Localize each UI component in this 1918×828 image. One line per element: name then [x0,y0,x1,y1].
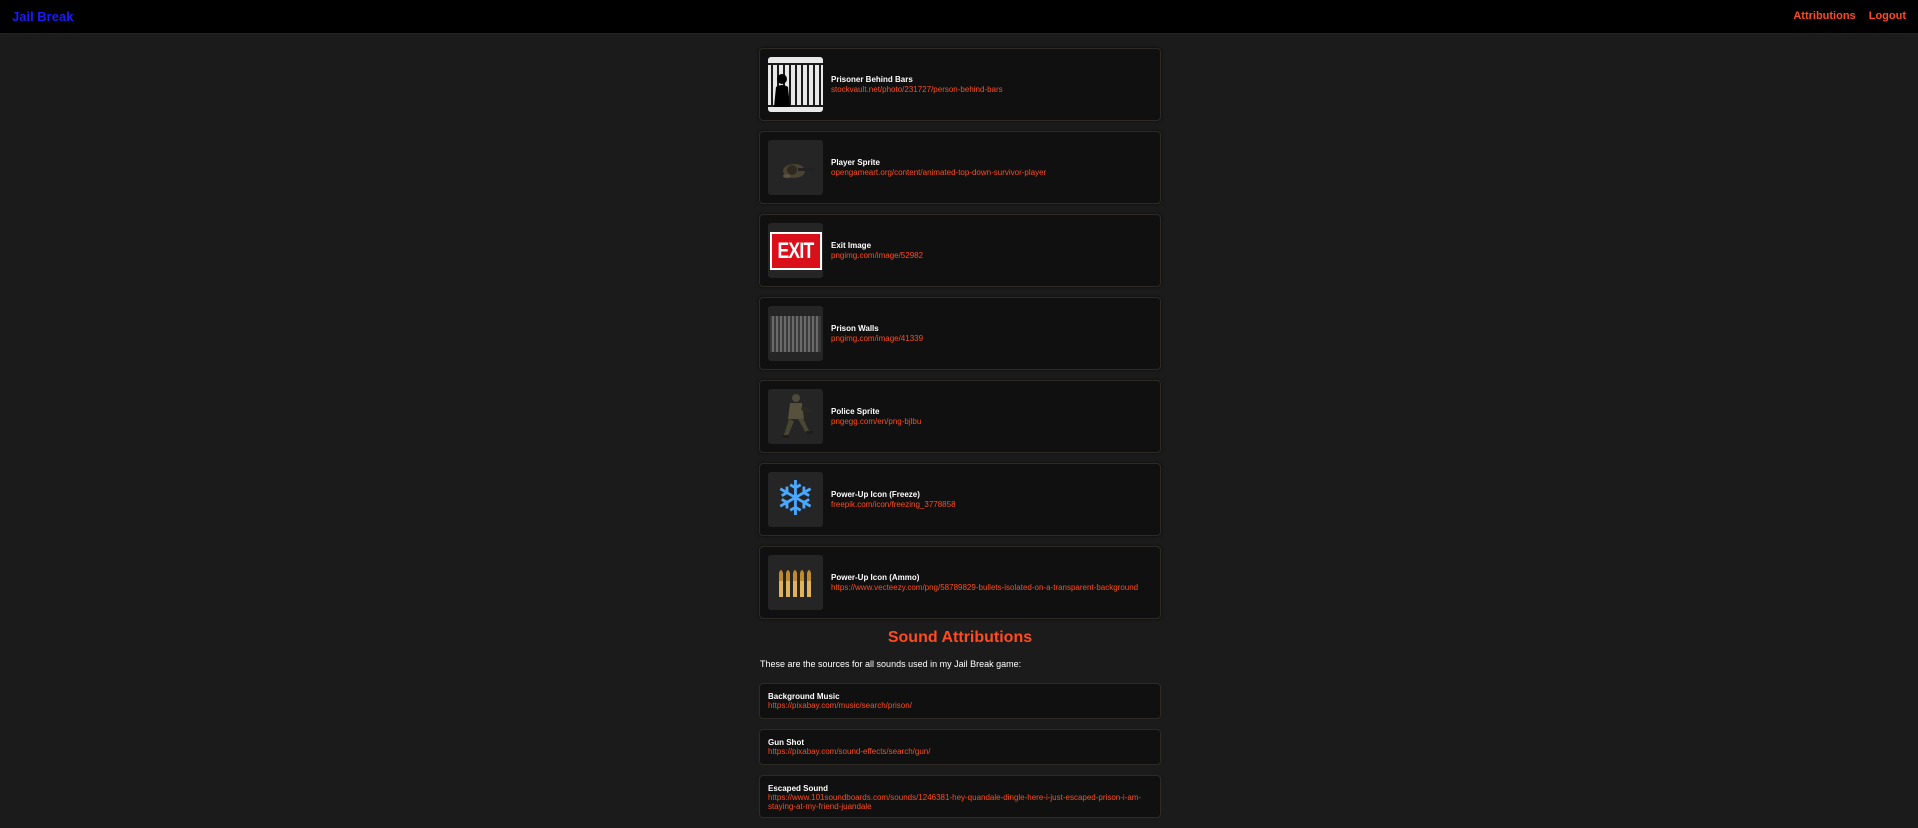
player-sprite-image [768,140,823,195]
sound-attributions-description: These are the sources for all sounds use… [760,659,1022,669]
attribution-link[interactable]: pngegg.com/en/png-bjlbu [831,417,921,427]
image-attribution-card: Prison Walls pngimg.com/image/41339 [759,297,1161,370]
attribution-link[interactable]: stockvault.net/photo/231727/person-behin… [831,85,1003,95]
image-attribution-card: ❄ Power-Up Icon (Freeze) freepik.com/ico… [759,463,1161,536]
exit-sign-text: EXIT [777,237,815,263]
sound-title: Escaped Sound [768,784,829,793]
sound-attribution-card: Background Music https://pixabay.com/mus… [759,683,1161,719]
sound-attribution-card: Escaped Sound https://www.101soundboards… [759,775,1161,818]
snowflake-glyph: ❄ [775,472,816,527]
sound-attributions-heading: Sound Attributions [887,629,1033,646]
bullets-image [768,555,823,610]
image-attribution-card: Player Sprite opengameart.org/content/an… [759,131,1161,204]
sound-title: Gun Shot [768,738,804,747]
sound-link[interactable]: https://www.101soundboards.com/sounds/12… [768,793,1148,811]
attribution-title: Prisoner Behind Bars [831,74,913,84]
nav-logout-link[interactable]: Logout [1869,10,1906,22]
nav-links: Attributions Logout [1783,10,1906,22]
attribution-title: Exit Image [831,240,872,250]
sound-title: Background Music [768,692,840,701]
sound-link[interactable]: https://pixabay.com/music/search/prison/ [768,701,1152,710]
prisoner-bars-image [768,57,823,112]
attribution-link[interactable]: opengameart.org/content/animated-top-dow… [831,168,1046,178]
nav-attributions-link[interactable]: Attributions [1793,10,1855,22]
attribution-link[interactable]: pngimg.com/image/52982 [831,251,923,261]
sound-link[interactable]: https://pixabay.com/sound-effects/search… [768,747,1152,756]
image-attribution-card: EXIT Exit Image pngimg.com/image/52982 [759,214,1161,287]
top-navbar: Jail Break Attributions Logout [0,0,1918,34]
exit-sign-image: EXIT [768,223,823,278]
attribution-title: Player Sprite [831,157,880,167]
police-sprite-image [768,389,823,444]
snowflake-icon: ❄ [768,472,823,527]
attributions-content: Prisoner Behind Bars stockvault.net/phot… [759,48,1161,828]
attribution-link[interactable]: freepik.com/icon/freezing_3778858 [831,500,956,510]
image-attribution-card: Prisoner Behind Bars stockvault.net/phot… [759,48,1161,121]
image-attribution-card: Power-Up Icon (Ammo) https://www.vecteez… [759,546,1161,619]
attribution-link[interactable]: https://www.vecteezy.com/png/58789829-bu… [831,583,1138,593]
attribution-title: Prison Walls [831,323,879,333]
attribution-link[interactable]: pngimg.com/image/41339 [831,334,923,344]
attribution-title: Police Sprite [831,406,880,416]
attribution-title: Power-Up Icon (Ammo) [831,572,920,582]
brand-link[interactable]: Jail Break [12,9,73,24]
sound-attribution-card: Gun Shot https://pixabay.com/sound-effec… [759,729,1161,765]
image-attribution-card: Police Sprite pngegg.com/en/png-bjlbu [759,380,1161,453]
attribution-title: Power-Up Icon (Freeze) [831,489,920,499]
prison-walls-image [768,306,823,361]
